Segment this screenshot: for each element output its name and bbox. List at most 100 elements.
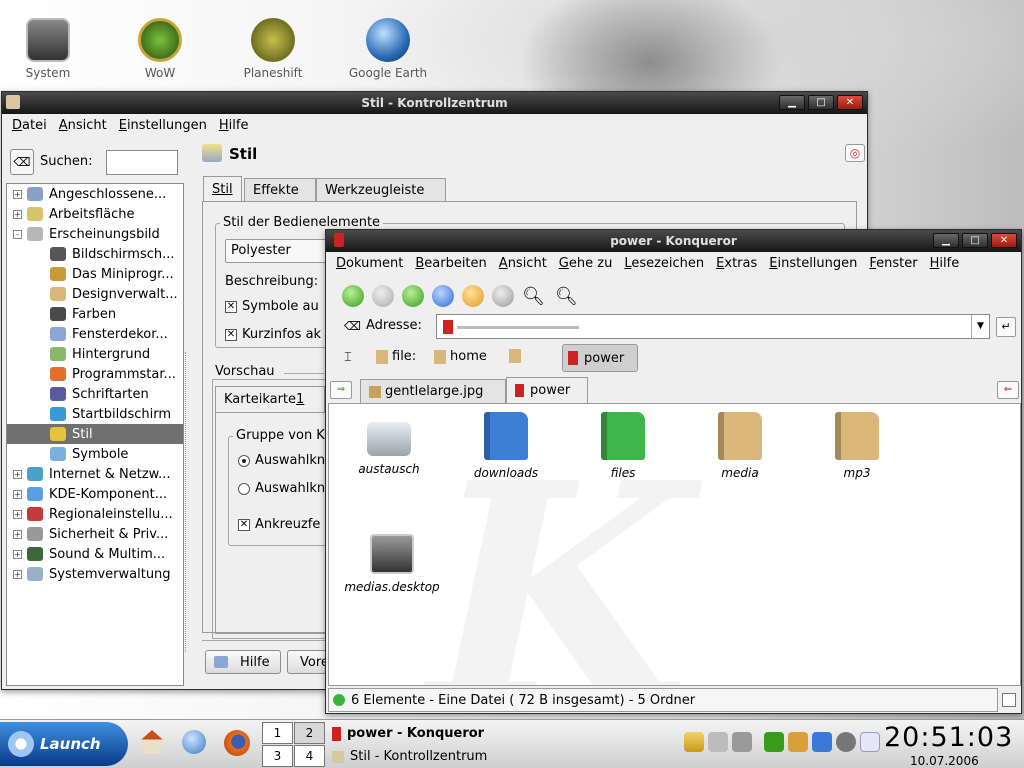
- tree-expander-icon[interactable]: +: [13, 189, 22, 199]
- archive-icon[interactable]: [788, 732, 808, 752]
- reload-icon[interactable]: [462, 285, 484, 307]
- zoom-in-icon[interactable]: 🔍︎: [522, 286, 545, 307]
- keyboard-layout-icon[interactable]: [860, 732, 880, 752]
- help-button[interactable]: Hilfe: [205, 650, 281, 674]
- tools-icon[interactable]: [732, 732, 752, 752]
- tree-expander-icon[interactable]: +: [13, 509, 22, 519]
- tab-stil[interactable]: Stil: [203, 176, 242, 202]
- file-item[interactable]: downloads: [451, 412, 561, 480]
- network-icon[interactable]: [836, 732, 856, 752]
- menu-ansicht[interactable]: Ansicht: [53, 118, 113, 133]
- close-tab-button[interactable]: ⇐: [997, 381, 1019, 399]
- help-lifesaver-button[interactable]: ◎: [845, 144, 865, 162]
- tree-item[interactable]: Farben: [7, 304, 183, 324]
- preview-tab-karteikarte-1[interactable]: Karteikarte 1: [215, 386, 325, 412]
- download-icon[interactable]: [812, 732, 832, 752]
- stop-icon[interactable]: [492, 285, 514, 307]
- tab-werkzeugleiste[interactable]: Werkzeugleiste: [316, 178, 446, 202]
- zoom-out-icon[interactable]: 🔍︎: [555, 286, 578, 307]
- menu-item[interactable]: Hilfe: [924, 256, 966, 271]
- pager-desktop-3[interactable]: 3: [262, 745, 293, 767]
- pager-desktop-4[interactable]: 4: [294, 745, 325, 767]
- file-item[interactable]: mp3: [802, 412, 912, 480]
- maximize-button[interactable]: □: [962, 233, 988, 248]
- clear-search-button[interactable]: ⌫: [10, 149, 34, 175]
- go-button[interactable]: ↵: [996, 317, 1016, 337]
- tree-expander-icon[interactable]: +: [13, 489, 22, 499]
- launch-button[interactable]: Launch: [0, 722, 128, 766]
- view-link-checkbox[interactable]: [1002, 693, 1016, 707]
- tree-item[interactable]: + KDE-Komponent...: [7, 484, 183, 504]
- bookmark-blurred[interactable]: [509, 349, 521, 367]
- splitter-handle[interactable]: [185, 352, 187, 652]
- kde-control-icon[interactable]: [182, 730, 206, 754]
- firefox-icon[interactable]: [224, 730, 250, 756]
- desktop-icon-planeshift[interactable]: Planeshift: [233, 18, 313, 80]
- menu-item[interactable]: Dokument: [330, 256, 409, 271]
- maximize-button[interactable]: □: [808, 95, 834, 110]
- minimize-button[interactable]: ▁: [933, 233, 959, 248]
- preview-radio-1[interactable]: Auswahlkn: [238, 453, 325, 468]
- tab-gentlelarge[interactable]: gentlelarge.jpg: [360, 379, 506, 403]
- up-arrow-icon[interactable]: [402, 285, 424, 307]
- address-input[interactable]: ▼: [436, 314, 990, 339]
- menu-item[interactable]: Ansicht: [493, 256, 553, 271]
- task-kontrollzentrum[interactable]: Stil - Kontrollzentrum: [332, 746, 662, 767]
- preview-checkbox[interactable]: ✕ Ankreuzfe: [238, 517, 320, 532]
- desktop-icon-wow[interactable]: WoW: [120, 18, 200, 80]
- tree-item[interactable]: Bildschirmsch...: [7, 244, 183, 264]
- tab-power[interactable]: power: [506, 377, 588, 403]
- address-dropdown-arrow[interactable]: ▼: [971, 315, 989, 338]
- file-item[interactable]: austausch: [334, 412, 444, 476]
- konqueror-titlebar[interactable]: power - Konqueror ▁ □ ✕: [326, 230, 1021, 252]
- pager-desktop-1[interactable]: 1: [262, 722, 293, 744]
- menu-hilfe[interactable]: Hilfe: [213, 118, 255, 133]
- control-center-titlebar[interactable]: Stil - Kontrollzentrum ▁ □ ✕: [2, 92, 867, 114]
- tree-expander-icon[interactable]: +: [13, 469, 22, 479]
- tree-item[interactable]: + Sicherheit & Priv...: [7, 524, 183, 544]
- sl-icon[interactable]: [764, 732, 784, 752]
- user-icon[interactable]: [684, 732, 704, 752]
- bookmark-file[interactable]: file:: [376, 349, 416, 364]
- home-icon[interactable]: [432, 285, 454, 307]
- file-item[interactable]: files: [568, 412, 678, 480]
- tree-expander-icon[interactable]: +: [13, 569, 22, 579]
- bookmark-home[interactable]: home: [434, 349, 487, 364]
- tree-expander-icon[interactable]: +: [13, 529, 22, 539]
- kurzinfos-checkbox[interactable]: ✕ Kurzinfos ak: [225, 327, 321, 342]
- close-button[interactable]: ✕: [991, 233, 1017, 248]
- tree-item[interactable]: Schriftarten: [7, 384, 183, 404]
- menu-einstellungen[interactable]: Einstellungen: [113, 118, 213, 133]
- tree-item[interactable]: - Erscheinungsbild: [7, 224, 183, 244]
- minimize-button[interactable]: ▁: [779, 95, 805, 110]
- desktop-icon-system[interactable]: System: [8, 18, 88, 80]
- clock[interactable]: 20:51:03: [884, 722, 1013, 753]
- style-select[interactable]: Polyester: [225, 239, 335, 263]
- forward-arrow-icon[interactable]: [372, 285, 394, 307]
- new-tab-button[interactable]: ⇒: [330, 381, 352, 399]
- volume-icon[interactable]: [708, 732, 728, 752]
- tree-item[interactable]: Das Miniprogr...: [7, 264, 183, 284]
- pager-desktop-2[interactable]: 2: [294, 722, 325, 744]
- close-button[interactable]: ✕: [837, 95, 863, 110]
- preview-radio-2[interactable]: Auswahlkn: [238, 481, 325, 496]
- tree-expander-icon[interactable]: +: [13, 209, 22, 219]
- file-item[interactable]: medias.desktop: [337, 534, 447, 594]
- bookmark-power[interactable]: power: [562, 344, 638, 372]
- tree-item[interactable]: Fensterdekor...: [7, 324, 183, 344]
- tree-item[interactable]: Programmstar...: [7, 364, 183, 384]
- tree-item[interactable]: Hintergrund: [7, 344, 183, 364]
- tree-item[interactable]: + Angeschlossene...: [7, 184, 183, 204]
- tree-item[interactable]: + Internet & Netzw...: [7, 464, 183, 484]
- tree-item[interactable]: Symbole: [7, 444, 183, 464]
- menu-item[interactable]: Extras: [710, 256, 763, 271]
- menu-item[interactable]: Gehe zu: [553, 256, 619, 271]
- menu-item[interactable]: Bearbeiten: [409, 256, 492, 271]
- tree-item[interactable]: + Systemverwaltung: [7, 564, 183, 584]
- desktop-icon-google-earth[interactable]: Google Earth: [348, 18, 428, 80]
- menu-item[interactable]: Fenster: [863, 256, 923, 271]
- tree-item[interactable]: Stil: [7, 424, 183, 444]
- menu-datei[interactable]: Datei: [6, 118, 53, 133]
- tab-effekte[interactable]: Effekte: [244, 178, 316, 202]
- search-input[interactable]: [106, 150, 178, 175]
